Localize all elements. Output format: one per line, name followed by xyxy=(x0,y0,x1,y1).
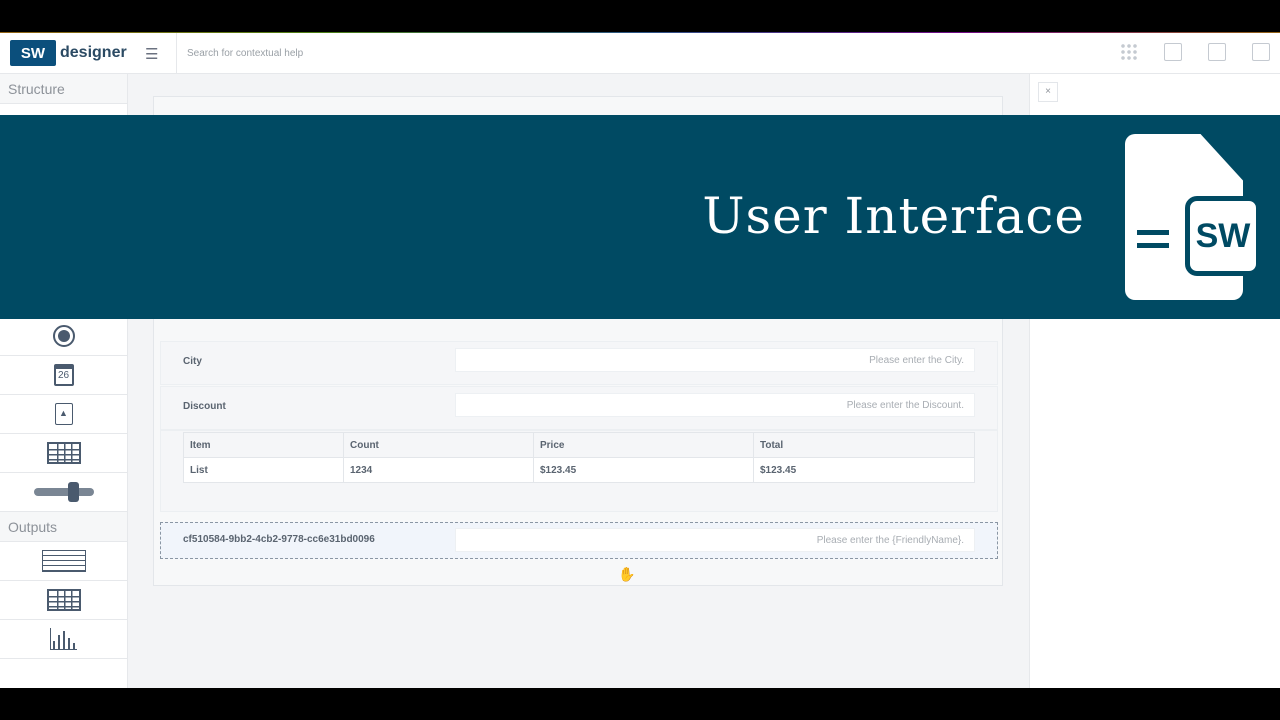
table-cell: $123.45 xyxy=(753,457,975,483)
radio-button-icon xyxy=(52,325,75,347)
field-label: cf510584-9bb2-4cb2-9778-cc6e31bd0096 xyxy=(183,534,375,545)
sign-out-icon[interactable] xyxy=(1252,43,1270,61)
toolbox-item-date[interactable]: 26 xyxy=(0,356,127,395)
hand-cursor-icon: ✋ xyxy=(618,566,636,582)
toolbox-item-table[interactable] xyxy=(0,434,127,473)
table-header-row: Item Count Price Total xyxy=(183,432,975,458)
items-table: Item Count Price Total List 1234 $123.45… xyxy=(183,432,975,483)
apps-grid-icon[interactable] xyxy=(1120,43,1138,61)
toolbox-item-slider[interactable] xyxy=(0,473,127,512)
bar-chart-icon xyxy=(50,628,77,650)
app-logo[interactable]: SW designer xyxy=(10,40,127,66)
form-row-table[interactable]: Item Count Price Total List 1234 $123.45… xyxy=(160,430,998,512)
close-panel-button[interactable]: × xyxy=(1038,82,1058,102)
form-row-city[interactable]: City Please enter the City. xyxy=(160,341,998,385)
outputs-section-title: Outputs xyxy=(0,512,127,542)
toolbox-item-text-output[interactable] xyxy=(0,542,127,581)
app-header: SW designer ☰ Search for contextual help xyxy=(0,33,1280,74)
header-toolbar xyxy=(1120,43,1270,61)
field-label: Discount xyxy=(183,401,226,412)
table-cell: $123.45 xyxy=(533,457,754,483)
city-input[interactable]: Please enter the City. xyxy=(455,348,975,372)
field-label: City xyxy=(183,356,202,367)
structure-section-title: Structure xyxy=(0,74,127,104)
equals-mark-icon xyxy=(1137,230,1169,248)
slider-icon xyxy=(33,482,94,502)
table-header-cell: Count xyxy=(343,432,534,458)
table-header-cell: Price xyxy=(533,432,754,458)
table-row: List 1234 $123.45 $123.45 xyxy=(183,457,975,483)
contextual-help-search-input[interactable]: Search for contextual help xyxy=(176,33,1036,74)
table-cell: 1234 xyxy=(343,457,534,483)
mail-icon[interactable] xyxy=(1164,43,1182,61)
friendly-name-input[interactable]: Please enter the {FriendlyName}. xyxy=(455,528,975,552)
table-cell: List xyxy=(183,457,344,483)
title-banner: User Interface SW xyxy=(0,115,1280,319)
table-icon xyxy=(46,589,81,611)
document-stack-icon[interactable] xyxy=(1208,43,1226,61)
file-upload-icon: ▲ xyxy=(54,403,73,425)
hamburger-menu-icon[interactable]: ☰ xyxy=(145,45,158,63)
text-block-icon xyxy=(41,550,86,572)
toolbox-item-chart-output[interactable] xyxy=(0,620,127,659)
table-header-cell: Total xyxy=(753,432,975,458)
banner-title: User Interface xyxy=(702,187,1085,245)
discount-input[interactable]: Please enter the Discount. xyxy=(455,393,975,417)
logo-mark: SW xyxy=(10,40,56,66)
table-header-cell: Item xyxy=(183,432,344,458)
toolbox-item-file[interactable]: ▲ xyxy=(0,395,127,434)
logo-text: designer xyxy=(60,44,127,61)
sw-logo-mark: SW xyxy=(1185,196,1261,276)
calendar-icon: 26 xyxy=(53,364,74,386)
form-row-selected[interactable]: cf510584-9bb2-4cb2-9778-cc6e31bd0096 Ple… xyxy=(160,522,998,559)
toolbox-item-radio[interactable] xyxy=(0,317,127,356)
table-icon xyxy=(46,442,81,464)
form-row-discount[interactable]: Discount Please enter the Discount. xyxy=(160,386,998,430)
toolbox-item-table-output[interactable] xyxy=(0,581,127,620)
